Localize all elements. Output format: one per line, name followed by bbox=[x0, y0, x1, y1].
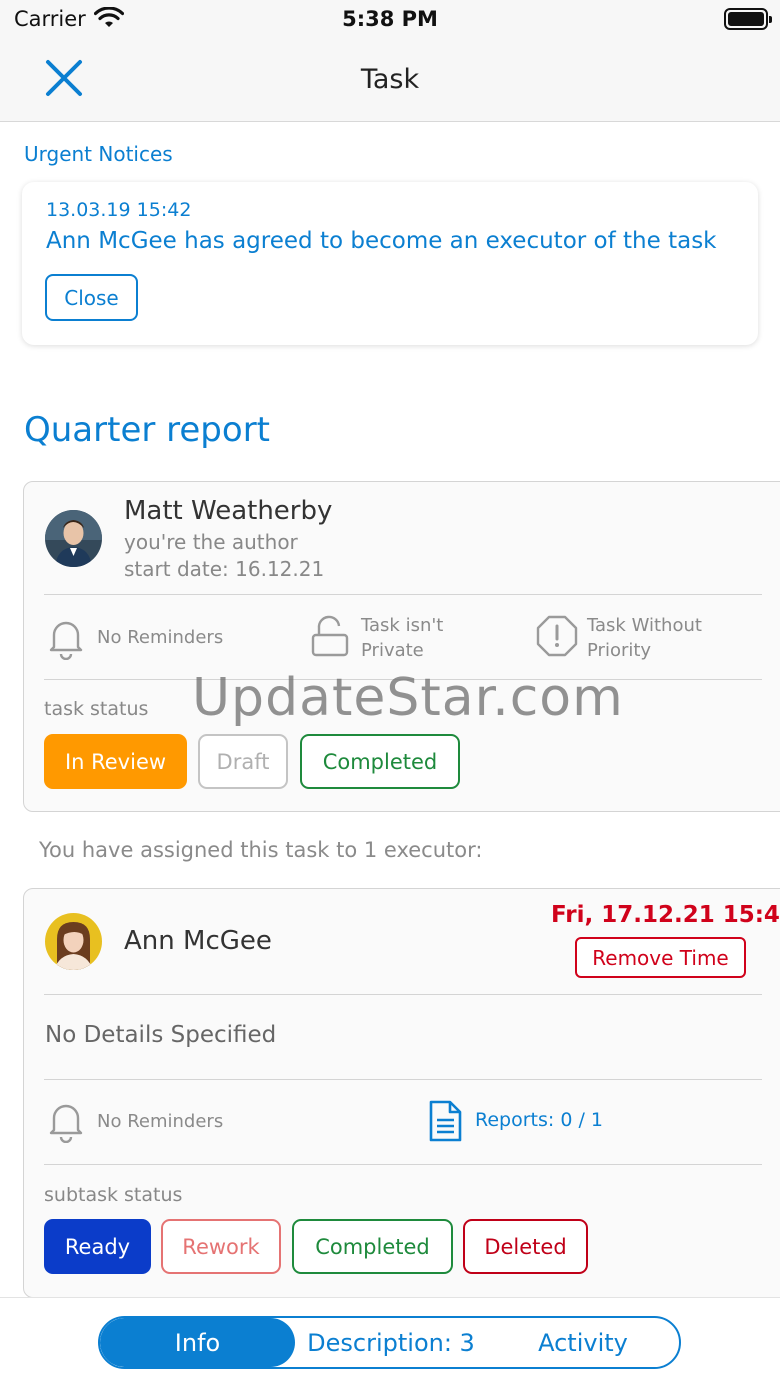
notice-date: 13.03.19 15:42 bbox=[46, 199, 192, 221]
unlock-icon[interactable] bbox=[310, 615, 350, 659]
assigned-executors-text: You have assigned this task to 1 executo… bbox=[39, 838, 483, 862]
clock: 5:38 PM bbox=[342, 7, 438, 31]
status-bar: Carrier 5:38 PM bbox=[0, 0, 780, 40]
private-line2: Private bbox=[361, 640, 424, 661]
deadline-time: Fri, 17.12.21 15:45 bbox=[551, 902, 780, 928]
tab-description[interactable]: Description: 3 bbox=[295, 1318, 487, 1367]
executor-name: Ann McGee bbox=[124, 926, 272, 956]
bottom-tab-area: Info Description: 3 Activity bbox=[0, 1297, 780, 1387]
private-line1: Task isn't bbox=[361, 615, 444, 636]
segmented-tabs: Info Description: 3 Activity bbox=[98, 1316, 681, 1369]
priority-status-label: Task Without Priority bbox=[587, 613, 702, 663]
urgent-notices-label: Urgent Notices bbox=[24, 142, 173, 166]
priority-line1: Task Without bbox=[587, 615, 702, 636]
subtask-status-label: subtask status bbox=[44, 1184, 183, 1206]
divider bbox=[44, 1164, 762, 1165]
author-card: Matt Weatherby you're the author start d… bbox=[23, 481, 780, 812]
author-avatar bbox=[45, 510, 102, 567]
divider bbox=[44, 679, 762, 680]
subtask-deleted-button[interactable]: Deleted bbox=[463, 1219, 588, 1274]
priority-alert-icon[interactable] bbox=[535, 614, 579, 658]
subtask-rework-button[interactable]: Rework bbox=[161, 1219, 281, 1274]
tab-info[interactable]: Info bbox=[100, 1318, 295, 1367]
notice-close-button[interactable]: Close bbox=[45, 274, 138, 321]
private-status-label: Task isn't Private bbox=[361, 613, 443, 663]
divider bbox=[44, 994, 762, 995]
reminders-label: No Reminders bbox=[97, 627, 224, 648]
executor-reminders-label: No Reminders bbox=[97, 1111, 224, 1132]
author-role: you're the author bbox=[124, 530, 298, 554]
document-icon[interactable] bbox=[427, 1099, 463, 1143]
status-draft-button[interactable]: Draft bbox=[198, 734, 288, 789]
tab-activity[interactable]: Activity bbox=[487, 1318, 679, 1367]
notice-card: 13.03.19 15:42 Ann McGee has agreed to b… bbox=[22, 182, 758, 345]
status-completed-button[interactable]: Completed bbox=[300, 734, 460, 789]
subtask-completed-button[interactable]: Completed bbox=[292, 1219, 453, 1274]
author-start-date: start date: 16.12.21 bbox=[124, 557, 325, 581]
priority-line2: Priority bbox=[587, 640, 652, 661]
executor-card: Ann McGee Fri, 17.12.21 15:45 Remove Tim… bbox=[23, 888, 780, 1298]
remove-time-button[interactable]: Remove Time bbox=[575, 937, 746, 978]
subtask-ready-button[interactable]: Ready bbox=[44, 1219, 151, 1274]
bell-icon[interactable] bbox=[46, 1099, 86, 1143]
executor-details: No Details Specified bbox=[45, 1022, 277, 1048]
reports-link[interactable]: Reports: 0 / 1 bbox=[475, 1109, 603, 1131]
task-status-label: task status bbox=[44, 698, 149, 720]
task-title: Quarter report bbox=[24, 410, 271, 450]
executor-avatar bbox=[45, 913, 102, 970]
divider bbox=[44, 594, 762, 595]
author-name: Matt Weatherby bbox=[124, 496, 333, 526]
divider bbox=[44, 1079, 762, 1080]
bell-icon[interactable] bbox=[46, 616, 86, 660]
status-in-review-button[interactable]: In Review bbox=[44, 734, 187, 789]
nav-bar: Task bbox=[0, 40, 780, 122]
notice-message: Ann McGee has agreed to become an execut… bbox=[46, 228, 717, 254]
page-title: Task bbox=[360, 64, 420, 95]
battery-icon bbox=[724, 8, 772, 30]
